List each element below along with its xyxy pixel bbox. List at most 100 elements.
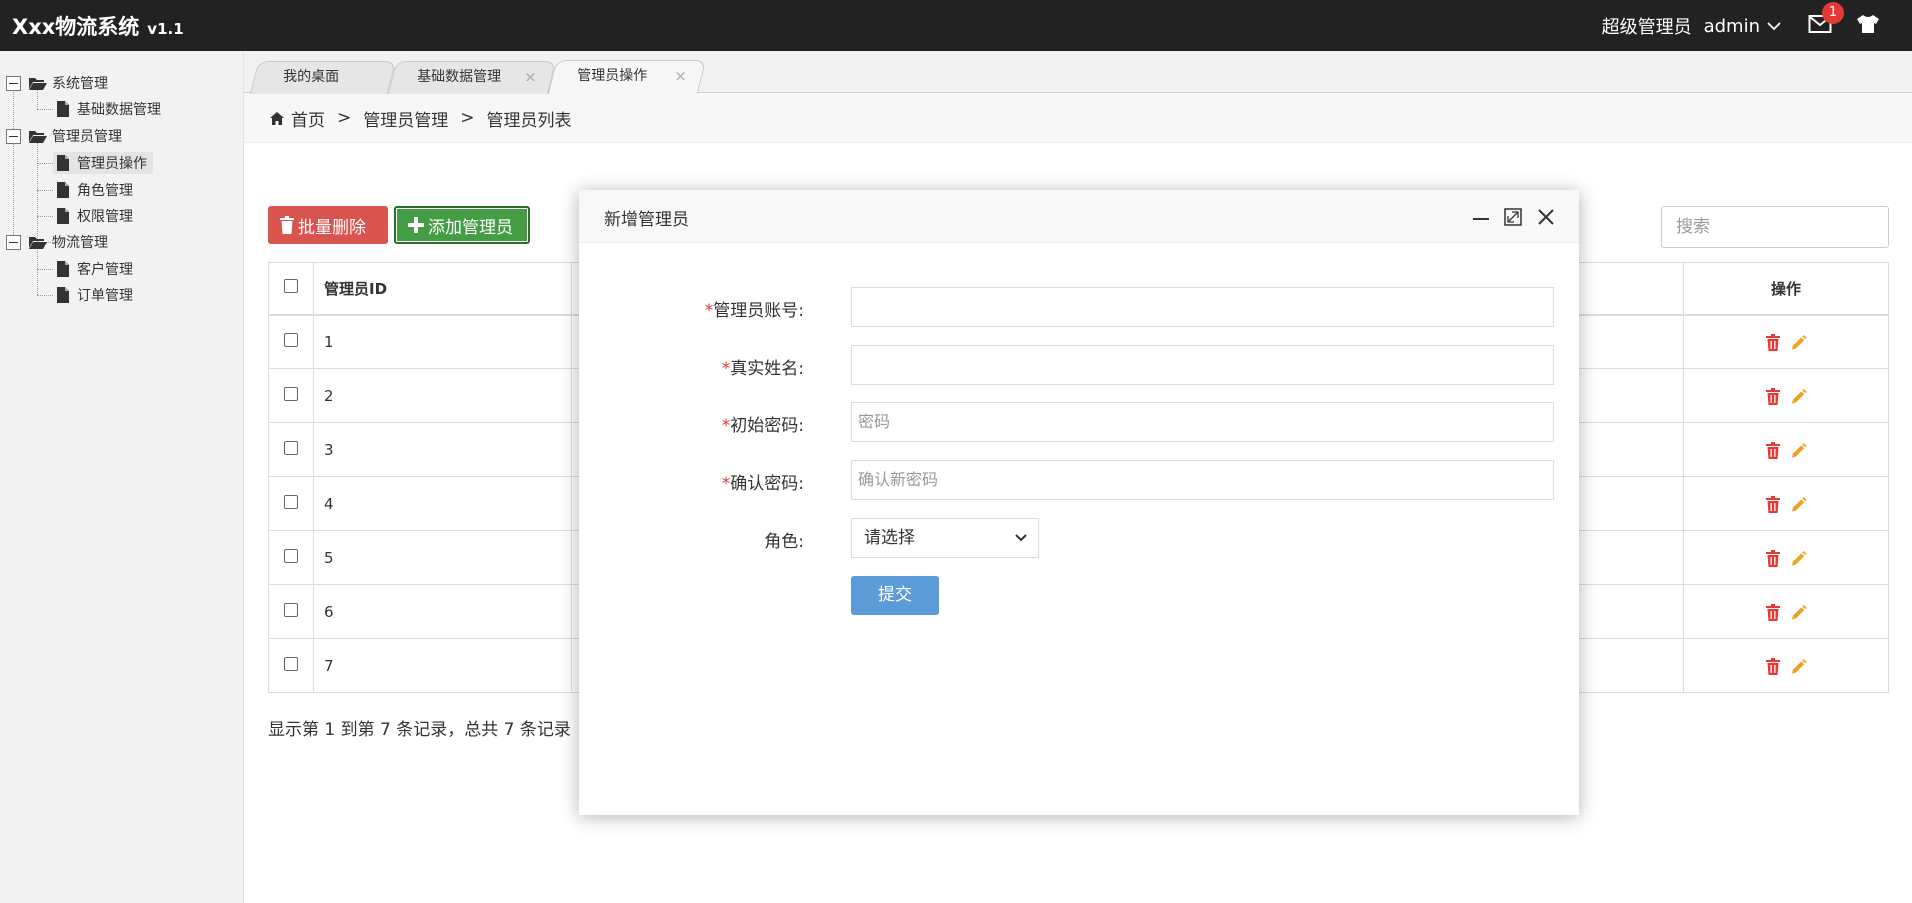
pencil-icon[interactable] xyxy=(1791,496,1807,513)
cell-ops xyxy=(1683,368,1889,423)
collapse-icon[interactable] xyxy=(6,128,21,144)
cell-ops xyxy=(1683,476,1889,531)
confirm-password-input[interactable]: 确认新密码 xyxy=(851,460,1554,500)
label-text: 初始密码: xyxy=(730,416,804,436)
cell-ops xyxy=(1683,584,1889,639)
field-role-label: 角色: xyxy=(764,532,804,552)
row-checkbox-cell xyxy=(268,422,314,477)
row-checkbox[interactable] xyxy=(284,656,298,671)
role-select-value: 请选择 xyxy=(864,528,915,548)
breadcrumb-separator: > xyxy=(460,108,475,128)
maximize-icon[interactable] xyxy=(1503,207,1523,227)
trash-icon[interactable] xyxy=(1765,603,1781,621)
row-checkbox[interactable] xyxy=(284,602,298,617)
modal-title: 新增管理员 xyxy=(604,210,689,230)
folder-open-icon xyxy=(29,237,47,249)
row-checkbox-cell xyxy=(268,638,314,693)
sidebar-item-permissions[interactable]: 权限管理 xyxy=(53,205,133,227)
user-role: 超级管理员 xyxy=(1601,17,1692,38)
col-admin-id: 管理员ID xyxy=(313,262,572,316)
pencil-icon[interactable] xyxy=(1791,334,1807,351)
sidebar-item-label: 基础数据管理 xyxy=(77,102,161,118)
sidebar-item-roles[interactable]: 角色管理 xyxy=(53,179,133,201)
field-realname-label: *真实姓名: xyxy=(722,354,804,379)
batch-delete-button[interactable]: 批量删除 xyxy=(268,206,388,244)
collapse-icon[interactable] xyxy=(6,234,21,250)
sidebar-item-admin-ops[interactable]: 管理员操作 xyxy=(53,152,153,174)
sidebar-item-customers[interactable]: 客户管理 xyxy=(53,258,133,280)
sidebar-group-label: 物流管理 xyxy=(52,235,108,251)
required-mark: * xyxy=(721,474,731,494)
add-admin-button[interactable]: 添加管理员 xyxy=(394,206,530,244)
cell-ops xyxy=(1683,530,1889,585)
sidebar-item-label: 客户管理 xyxy=(77,262,133,278)
user-menu[interactable]: 超级管理员 admin xyxy=(1602,13,1782,39)
app-brand[interactable]: Xxx物流系统 v1.1 xyxy=(12,11,184,41)
theme-button[interactable] xyxy=(1856,14,1880,36)
close-icon[interactable]: × xyxy=(525,62,538,92)
row-checkbox[interactable] xyxy=(284,440,298,455)
pencil-icon[interactable] xyxy=(1791,442,1807,459)
close-icon[interactable]: × xyxy=(675,61,688,91)
cell-ops xyxy=(1683,638,1889,693)
collapse-icon[interactable] xyxy=(6,75,21,91)
row-checkbox[interactable] xyxy=(284,548,298,563)
trash-icon[interactable] xyxy=(1765,387,1781,405)
field-password-label: *初始密码: xyxy=(722,411,804,436)
pencil-icon[interactable] xyxy=(1791,550,1807,567)
batch-delete-label: 批量删除 xyxy=(298,217,366,238)
breadcrumb-level1[interactable]: 管理员管理 xyxy=(363,106,448,131)
account-input[interactable] xyxy=(851,287,1554,327)
cell-admin-id: 7 xyxy=(313,638,572,693)
file-icon xyxy=(57,287,69,303)
trash-icon[interactable] xyxy=(1765,333,1781,351)
add-admin-modal: 新增管理员 *管理员账号: *真实姓名: *初始密码: 密码 *确认密码: 确认… xyxy=(579,190,1579,815)
folder-open-icon xyxy=(29,131,47,143)
row-checkbox[interactable] xyxy=(284,386,298,401)
folder-open-icon xyxy=(29,78,47,90)
row-checkbox[interactable] xyxy=(284,332,298,347)
realname-input[interactable] xyxy=(851,345,1554,385)
minimize-icon[interactable] xyxy=(1471,207,1491,227)
pencil-icon[interactable] xyxy=(1791,658,1807,675)
sidebar-group-label: 管理员管理 xyxy=(52,129,122,145)
trash-icon[interactable] xyxy=(1765,657,1781,675)
select-all-checkbox[interactable] xyxy=(284,279,298,294)
breadcrumb-home[interactable]: 首页 xyxy=(291,106,325,131)
trash-icon[interactable] xyxy=(1765,495,1781,513)
row-checkbox-cell xyxy=(268,314,314,369)
field-password-row: *初始密码: 密码 xyxy=(579,402,1579,442)
trash-icon[interactable] xyxy=(1765,441,1781,459)
trash-icon[interactable] xyxy=(1765,549,1781,567)
cell-ops xyxy=(1683,422,1889,477)
sidebar-group-logistics[interactable]: 物流管理 xyxy=(6,231,108,253)
search-input[interactable]: 搜索 xyxy=(1661,206,1889,248)
submit-button[interactable]: 提交 xyxy=(851,576,939,615)
sidebar-item-basic-data[interactable]: 基础数据管理 xyxy=(53,98,161,120)
cell-admin-id: 6 xyxy=(313,584,572,639)
tab-basic-data[interactable]: 基础数据管理 × xyxy=(387,61,557,94)
pencil-icon[interactable] xyxy=(1791,388,1807,405)
tab-label: 基础数据管理 xyxy=(417,69,502,85)
sidebar-group-admin[interactable]: 管理员管理 xyxy=(6,125,122,147)
file-icon xyxy=(57,101,69,117)
chevron-down-icon xyxy=(1767,22,1781,31)
sidebar-item-label: 角色管理 xyxy=(77,183,133,199)
cell-admin-id: 4 xyxy=(313,476,572,531)
tab-admin-ops[interactable]: 管理员操作 × xyxy=(547,60,707,94)
sidebar-item-orders[interactable]: 订单管理 xyxy=(53,284,133,306)
field-account-row: *管理员账号: xyxy=(579,287,1579,327)
messages-button[interactable]: 1 xyxy=(1808,2,1844,36)
cell-admin-id: 3 xyxy=(313,422,572,477)
home-icon xyxy=(270,111,284,125)
pencil-icon[interactable] xyxy=(1791,604,1807,621)
field-realname-row: *真实姓名: xyxy=(579,345,1579,385)
file-icon xyxy=(57,182,69,198)
password-input[interactable]: 密码 xyxy=(851,402,1554,442)
role-select[interactable]: 请选择 xyxy=(851,518,1039,558)
close-icon[interactable] xyxy=(1536,207,1556,227)
sidebar-group-system[interactable]: 系统管理 xyxy=(6,72,108,94)
field-account-label: *管理员账号: xyxy=(705,296,804,321)
row-checkbox[interactable] xyxy=(284,494,298,509)
tab-desktop[interactable]: 我的桌面 xyxy=(249,61,397,94)
